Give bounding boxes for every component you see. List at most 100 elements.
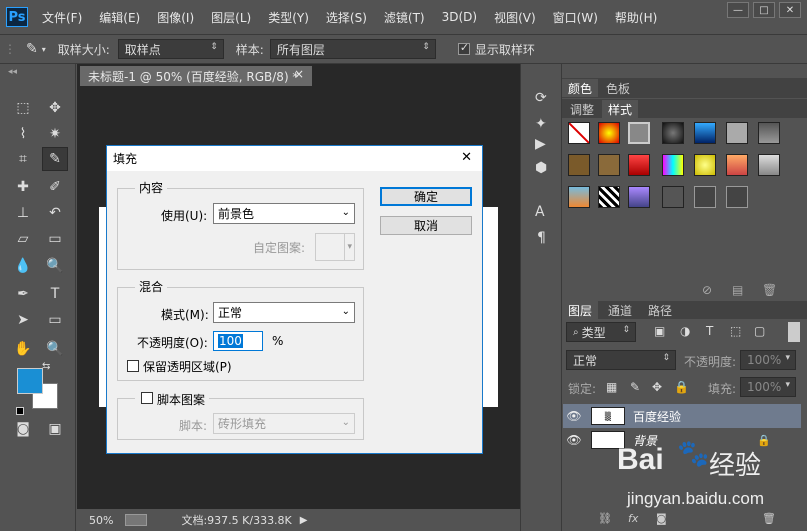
lock-pixels-icon[interactable]: ✎ bbox=[630, 380, 640, 394]
style-swatch[interactable] bbox=[628, 154, 650, 176]
restore-button[interactable]: □ bbox=[753, 2, 775, 18]
lock-transparent-icon[interactable]: ▦ bbox=[606, 380, 617, 394]
history-brush-tool-icon[interactable]: ↶ bbox=[42, 201, 68, 225]
tab-adjustments[interactable]: 调整 bbox=[564, 100, 600, 118]
menu-type[interactable]: 类型(Y) bbox=[268, 9, 309, 26]
sample-size-select[interactable]: 取样点 ⇕ bbox=[117, 39, 224, 59]
show-ring-checkbox[interactable]: ✓ bbox=[457, 41, 470, 55]
new-style-icon[interactable]: ▤ bbox=[732, 283, 743, 297]
style-swatch[interactable] bbox=[726, 122, 748, 144]
visibility-eye-icon[interactable]: 👁 bbox=[563, 409, 585, 423]
delete-style-icon[interactable]: 🗑 bbox=[762, 283, 777, 297]
lock-position-icon[interactable]: ✥ bbox=[652, 380, 662, 394]
layer-name[interactable]: 百度经验 bbox=[633, 408, 681, 425]
minimize-button[interactable]: — bbox=[727, 2, 749, 18]
fill-input[interactable]: 100% ▾ bbox=[740, 377, 796, 397]
style-swatch[interactable] bbox=[694, 122, 716, 144]
zoom-level[interactable]: 50% bbox=[89, 514, 113, 527]
rectangle-tool-icon[interactable]: ▭ bbox=[42, 308, 68, 332]
style-swatch[interactable] bbox=[662, 186, 684, 208]
dodge-tool-icon[interactable]: 🔍 bbox=[42, 254, 68, 278]
gradient-tool-icon[interactable]: ▭ bbox=[42, 227, 68, 251]
tool-preset-arrow-icon[interactable]: ▾ bbox=[42, 45, 46, 54]
opacity-input[interactable]: 100 bbox=[213, 331, 263, 351]
healing-brush-tool-icon[interactable]: ✚ bbox=[10, 175, 36, 199]
menu-layer[interactable]: 图层(L) bbox=[211, 9, 251, 26]
filter-toggle-icon[interactable] bbox=[788, 322, 800, 342]
tab-channels[interactable]: 通道 bbox=[602, 301, 638, 319]
menu-filter[interactable]: 滤镜(T) bbox=[384, 9, 425, 26]
move-tool-icon[interactable]: ✥ bbox=[42, 96, 68, 120]
sample-select[interactable]: 所有图层 ⇕ bbox=[269, 39, 436, 59]
style-swatch[interactable] bbox=[598, 154, 620, 176]
filter-adjustment-icon[interactable]: ◑ bbox=[680, 324, 690, 338]
style-none-swatch[interactable] bbox=[568, 122, 590, 144]
eyedropper-icon[interactable]: ✎ bbox=[26, 41, 38, 57]
close-tab-icon[interactable]: × bbox=[294, 67, 304, 81]
tab-layers[interactable]: 图层 bbox=[562, 301, 599, 319]
3d-panel-icon[interactable]: ⬢ bbox=[535, 160, 547, 176]
mode-select[interactable]: 正常 ⌄ bbox=[213, 302, 355, 323]
cancel-button[interactable]: 取消 bbox=[380, 216, 472, 235]
menu-image[interactable]: 图像(I) bbox=[157, 9, 194, 26]
style-swatch[interactable] bbox=[598, 122, 620, 144]
menu-3d[interactable]: 3D(D) bbox=[442, 10, 477, 24]
style-swatch[interactable] bbox=[568, 186, 590, 208]
style-swatch[interactable] bbox=[662, 122, 684, 144]
filter-smart-object-icon[interactable]: ▢ bbox=[754, 324, 765, 338]
style-swatch[interactable] bbox=[628, 122, 650, 144]
tab-swatches[interactable]: 色板 bbox=[600, 79, 636, 97]
document-tab[interactable]: 未标题-1 @ 50% (百度经验, RGB/8) * × bbox=[80, 66, 312, 86]
default-colors-icon[interactable] bbox=[16, 407, 24, 415]
close-button[interactable]: ✕ bbox=[779, 2, 801, 18]
quick-mask-icon[interactable]: ◙ bbox=[10, 417, 36, 441]
blur-tool-icon[interactable]: 💧 bbox=[10, 254, 36, 278]
style-swatch[interactable] bbox=[568, 154, 590, 176]
style-swatch[interactable] bbox=[758, 122, 780, 144]
opacity-input[interactable]: 100% ▾ bbox=[740, 350, 796, 370]
paragraph-panel-icon[interactable]: ¶ bbox=[537, 230, 546, 246]
foreground-color-swatch[interactable] bbox=[17, 368, 43, 394]
crop-tool-icon[interactable]: ⌗ bbox=[10, 147, 36, 171]
tab-styles[interactable]: 样式 bbox=[602, 100, 639, 118]
style-swatch[interactable] bbox=[694, 154, 716, 176]
zoom-tool-icon[interactable]: 🔍 bbox=[42, 337, 68, 361]
menu-edit[interactable]: 编辑(E) bbox=[99, 9, 140, 26]
blend-mode-select[interactable]: 正常 ⇕ bbox=[566, 350, 676, 370]
style-swatch[interactable] bbox=[628, 186, 650, 208]
screen-mode-icon[interactable]: ▣ bbox=[42, 417, 68, 441]
status-options-icon[interactable] bbox=[125, 514, 148, 526]
style-swatch[interactable] bbox=[598, 186, 620, 208]
type-tool-icon[interactable]: T bbox=[42, 282, 68, 306]
lock-all-icon[interactable]: 🔒 bbox=[674, 380, 689, 394]
collapse-icon[interactable]: ◂◂ bbox=[8, 67, 17, 77]
character-panel-icon[interactable]: A bbox=[535, 204, 545, 220]
properties-panel-icon[interactable]: ✦ bbox=[535, 116, 547, 132]
eyedropper-tool-icon[interactable]: ✎ bbox=[42, 147, 68, 171]
dialog-close-button[interactable]: ✕ bbox=[461, 150, 472, 165]
clone-stamp-tool-icon[interactable]: ⊥ bbox=[10, 201, 36, 225]
actions-panel-icon[interactable]: ▶ bbox=[535, 136, 546, 152]
ok-button[interactable]: 确定 bbox=[380, 187, 472, 206]
eraser-tool-icon[interactable]: ▱ bbox=[10, 227, 36, 251]
layer-row[interactable]: 👁 ▒ 百度经验 bbox=[563, 404, 801, 428]
hand-tool-icon[interactable]: ✋ bbox=[10, 337, 36, 361]
filter-type-icon[interactable]: T bbox=[706, 324, 713, 338]
brush-tool-icon[interactable]: ✐ bbox=[42, 175, 68, 199]
preserve-transparency-checkbox[interactable] bbox=[127, 360, 139, 372]
filter-pixel-icon[interactable]: ▣ bbox=[654, 324, 665, 338]
menu-view[interactable]: 视图(V) bbox=[494, 9, 536, 26]
layer-kind-filter[interactable]: ⌕ 类型 ⇕ bbox=[566, 322, 636, 342]
swap-colors-icon[interactable]: ⇆ bbox=[42, 361, 50, 372]
style-swatch[interactable] bbox=[758, 154, 780, 176]
magic-wand-tool-icon[interactable]: ✷ bbox=[42, 122, 68, 146]
style-swatch[interactable] bbox=[662, 154, 684, 176]
lasso-tool-icon[interactable]: ⌇ bbox=[10, 122, 36, 146]
filter-shape-icon[interactable]: ⬚ bbox=[730, 324, 741, 338]
tab-paths[interactable]: 路径 bbox=[642, 301, 678, 319]
status-menu-arrow-icon[interactable]: ▶ bbox=[300, 515, 308, 526]
style-swatch[interactable] bbox=[726, 154, 748, 176]
pen-tool-icon[interactable]: ✒ bbox=[10, 282, 36, 306]
menu-help[interactable]: 帮助(H) bbox=[615, 9, 657, 26]
use-select[interactable]: 前景色 ⌄ bbox=[213, 203, 355, 224]
